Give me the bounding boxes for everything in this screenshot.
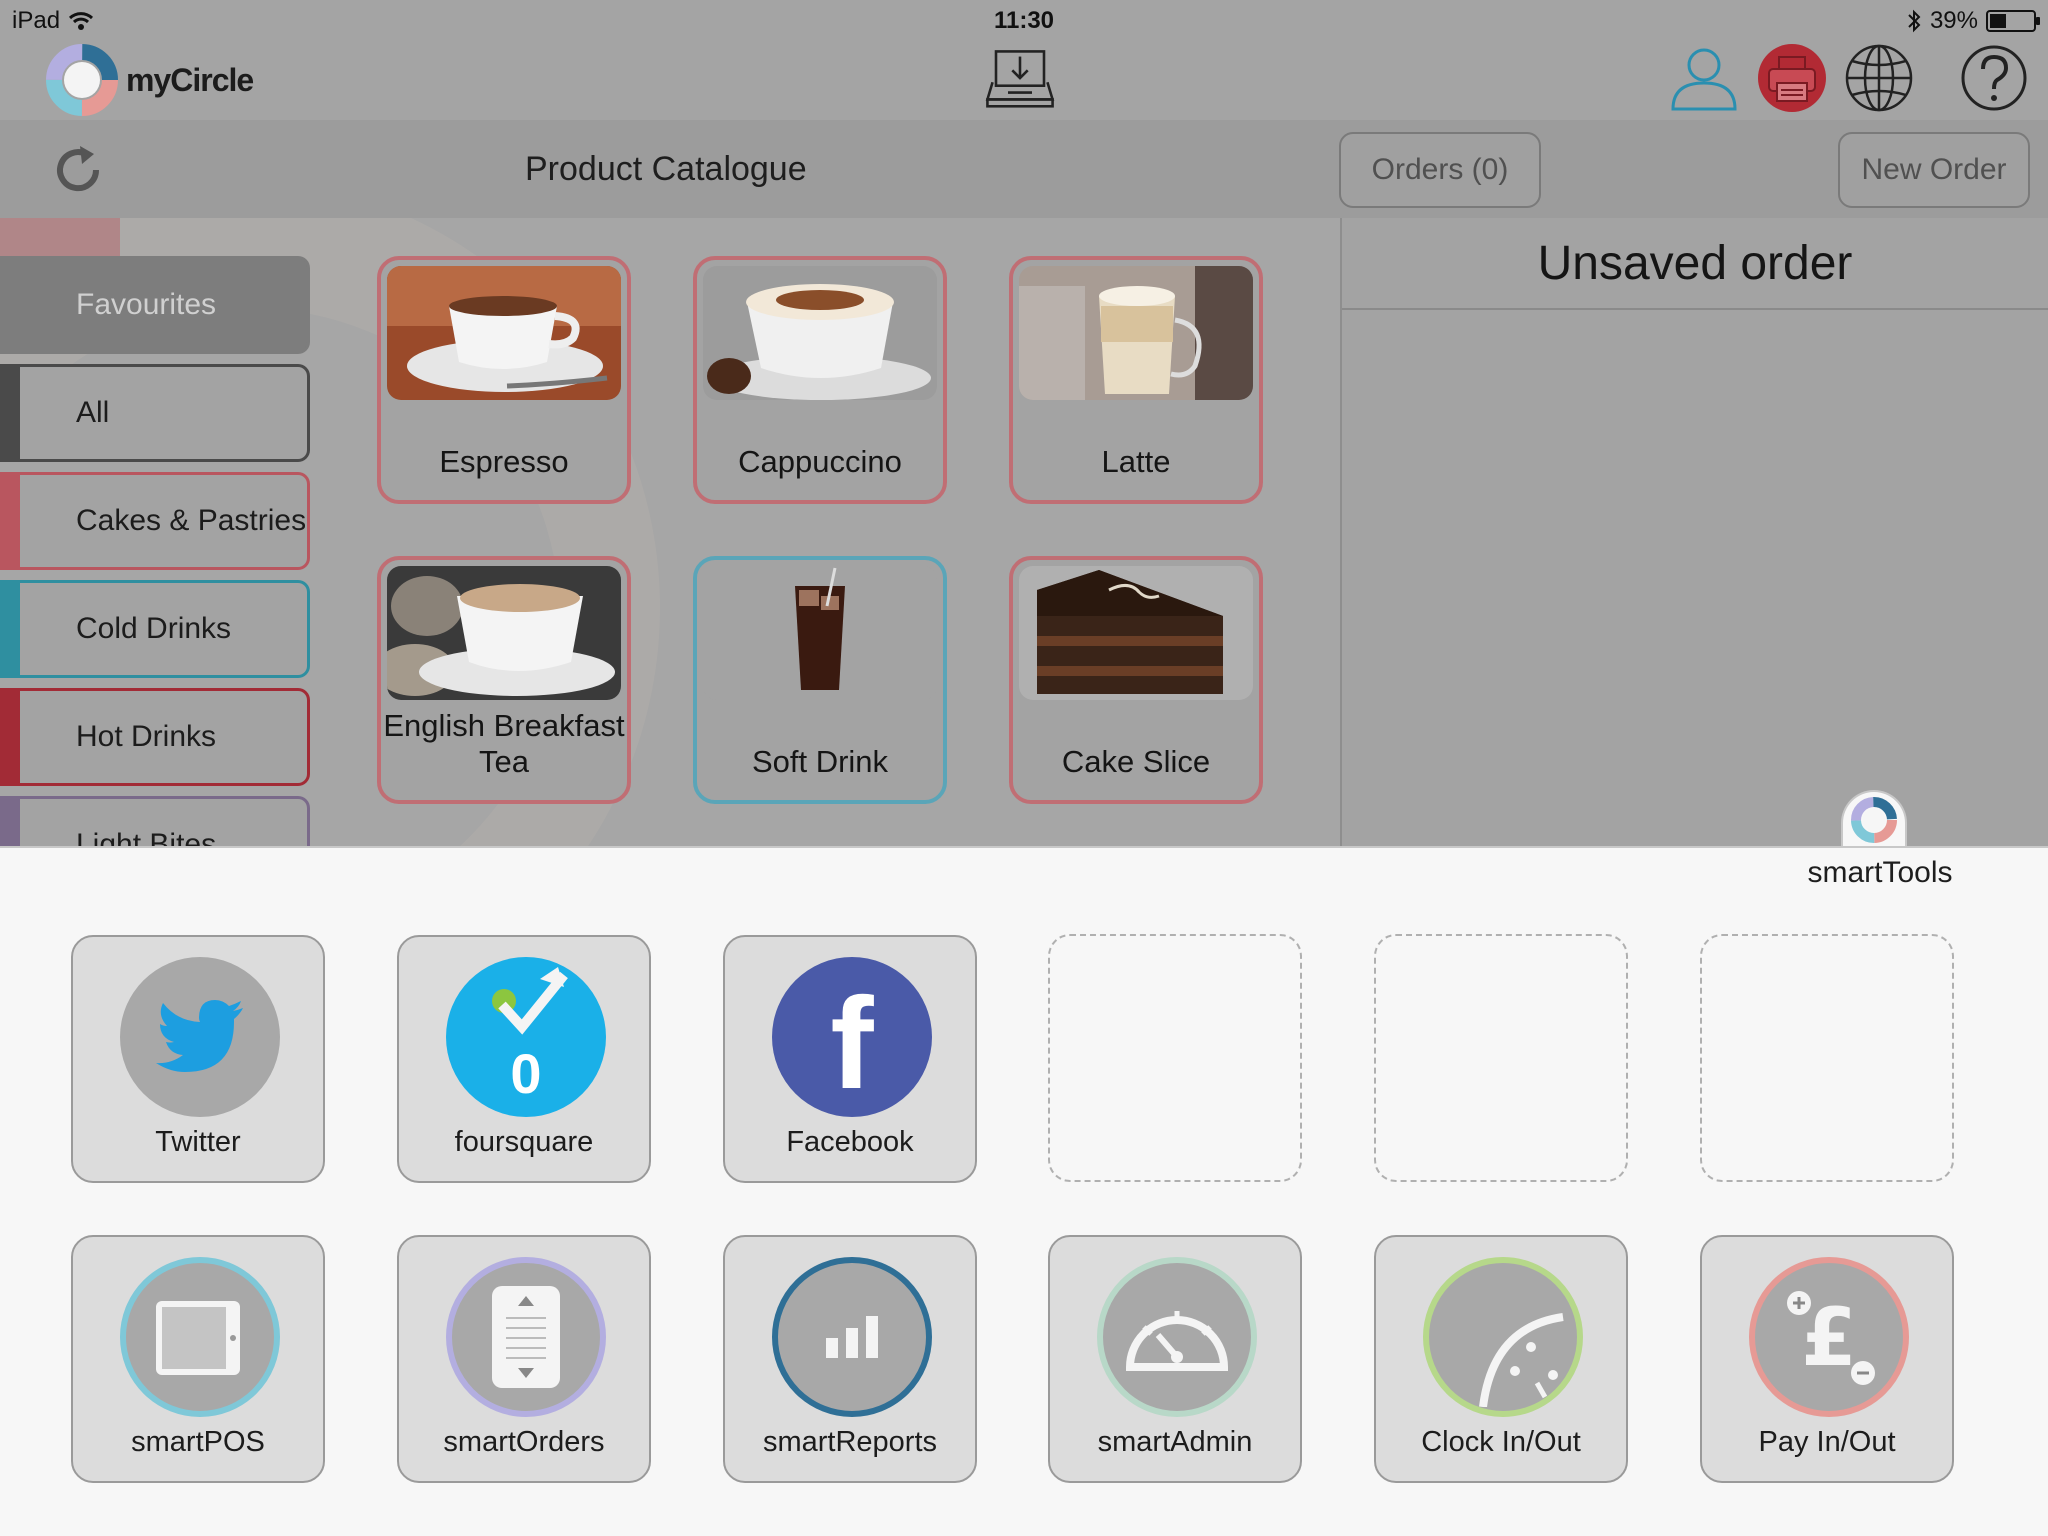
help-button[interactable] — [1958, 42, 2030, 114]
facebook-icon: f — [772, 957, 932, 1117]
empty-tool-slot[interactable] — [1374, 934, 1628, 1182]
app-logo: myCircle — [46, 44, 254, 116]
cappuccino-photo — [703, 266, 937, 400]
facebook-tool[interactable]: f Facebook — [723, 935, 977, 1183]
category-label: Favourites — [76, 288, 217, 321]
smarttools-title: smartTools — [1807, 856, 1953, 889]
product-catalogue: Favourites All Cakes & Pastries Cold Dri… — [0, 218, 1340, 846]
tool-label: Clock In/Out — [1421, 1426, 1581, 1458]
help-icon — [1961, 45, 2027, 111]
product-cake-slice[interactable]: Cake Slice — [1009, 556, 1263, 804]
category-favourites[interactable]: Favourites — [0, 256, 310, 354]
product-label: Latte — [1101, 444, 1171, 479]
espresso-photo — [387, 266, 621, 400]
tool-label: Pay In/Out — [1758, 1426, 1896, 1458]
category-cold-drinks[interactable]: Cold Drinks — [0, 580, 310, 678]
print-button[interactable] — [1756, 42, 1828, 114]
tea-photo — [387, 566, 621, 700]
tool-label: smartAdmin — [1097, 1426, 1253, 1458]
soft-drink-photo — [703, 566, 937, 700]
tool-label: foursquare — [454, 1126, 594, 1158]
pay-in-out-tool[interactable]: £ Pay In/Out — [1700, 1235, 1954, 1483]
category-hot-drinks[interactable]: Hot Drinks — [0, 688, 310, 786]
download-button[interactable] — [984, 42, 1056, 114]
category-label: Light Bites — [76, 828, 217, 846]
order-panel: Unsaved order — [1340, 218, 2048, 846]
catalogue-toolbar: Product Catalogue Orders (0) New Order — [0, 120, 2048, 218]
download-tray-icon — [985, 50, 1055, 108]
order-pad-icon — [446, 1257, 606, 1417]
mycircle-logo-icon — [46, 44, 118, 116]
category-label: All — [76, 396, 110, 429]
status-time: 11:30 — [993, 7, 1055, 34]
smarttools-logo-icon — [1851, 797, 1897, 843]
battery-percent: 39% — [1929, 7, 1978, 34]
twitter-icon — [120, 957, 280, 1117]
printer-icon — [1758, 44, 1826, 112]
new-order-button[interactable]: New Order — [1838, 132, 2030, 208]
twitter-tool[interactable]: Twitter — [71, 935, 325, 1183]
smarttools-tray-handle[interactable] — [1841, 790, 1907, 848]
product-english-breakfast-tea[interactable]: English Breakfast Tea — [377, 556, 631, 804]
product-label: Cappuccino — [738, 444, 902, 479]
category-light-bites[interactable]: Light Bites — [0, 796, 310, 846]
foursquare-checkin-count: 0 — [510, 1041, 542, 1105]
foursquare-icon: 0 — [446, 957, 606, 1117]
category-label: Cakes & Pastries — [76, 504, 307, 537]
category-label: Hot Drinks — [76, 720, 217, 753]
tool-label: smartReports — [762, 1426, 938, 1458]
smartadmin-tool[interactable]: smartAdmin — [1048, 1235, 1302, 1483]
product-label: Soft Drink — [751, 744, 889, 779]
language-button[interactable] — [1843, 42, 1915, 114]
user-account-button[interactable] — [1668, 42, 1740, 114]
dashboard-gauge-icon — [1097, 1257, 1257, 1417]
product-label: English Breakfast Tea — [383, 708, 625, 779]
tool-label: smartPOS — [131, 1426, 265, 1458]
smartorders-tool[interactable]: smartOrders — [397, 1235, 651, 1483]
globe-icon — [1845, 44, 1913, 112]
product-cappuccino[interactable]: Cappuccino — [693, 256, 947, 504]
status-bar: iPad 11:30 39% — [0, 0, 2048, 40]
pound-plus-minus-icon: £ — [1749, 1257, 1909, 1417]
app-header: myCircle — [0, 40, 2048, 120]
product-label: Cake Slice — [1061, 744, 1211, 779]
tool-label: Facebook — [786, 1126, 914, 1158]
refresh-button[interactable] — [50, 142, 106, 198]
category-all[interactable]: All — [0, 364, 310, 462]
app-name: myCircle — [126, 61, 254, 98]
bluetooth-icon — [1908, 9, 1921, 33]
cake-slice-photo — [1019, 566, 1253, 700]
decor-strip — [0, 218, 120, 258]
clock-icon — [1423, 1257, 1583, 1417]
product-label: Espresso — [439, 444, 569, 479]
product-espresso[interactable]: Espresso — [377, 256, 631, 504]
product-soft-drink[interactable]: Soft Drink — [693, 556, 947, 804]
page-title: Product Catalogue — [525, 150, 807, 188]
smartreports-tool[interactable]: smartReports — [723, 1235, 977, 1483]
battery-icon — [1986, 10, 2040, 32]
category-label: Cold Drinks — [76, 612, 232, 645]
bar-chart-icon — [772, 1257, 932, 1417]
user-icon — [1671, 48, 1737, 111]
order-title: Unsaved order — [1342, 218, 2048, 310]
clock-in-out-tool[interactable]: Clock In/Out — [1374, 1235, 1628, 1483]
latte-photo — [1019, 266, 1253, 400]
refresh-icon — [57, 146, 100, 192]
empty-tool-slot[interactable] — [1700, 934, 1954, 1182]
foursquare-tool[interactable]: 0 foursquare — [397, 935, 651, 1183]
tool-label: Twitter — [155, 1126, 241, 1158]
tool-label: smartOrders — [443, 1426, 605, 1458]
empty-tool-slot[interactable] — [1048, 934, 1302, 1182]
orders-button[interactable]: Orders (0) — [1339, 132, 1541, 208]
product-latte[interactable]: Latte — [1009, 256, 1263, 504]
category-cakes-pastries[interactable]: Cakes & Pastries — [0, 472, 310, 570]
tablet-icon — [120, 1257, 280, 1417]
smartpos-tool[interactable]: smartPOS — [71, 1235, 325, 1483]
